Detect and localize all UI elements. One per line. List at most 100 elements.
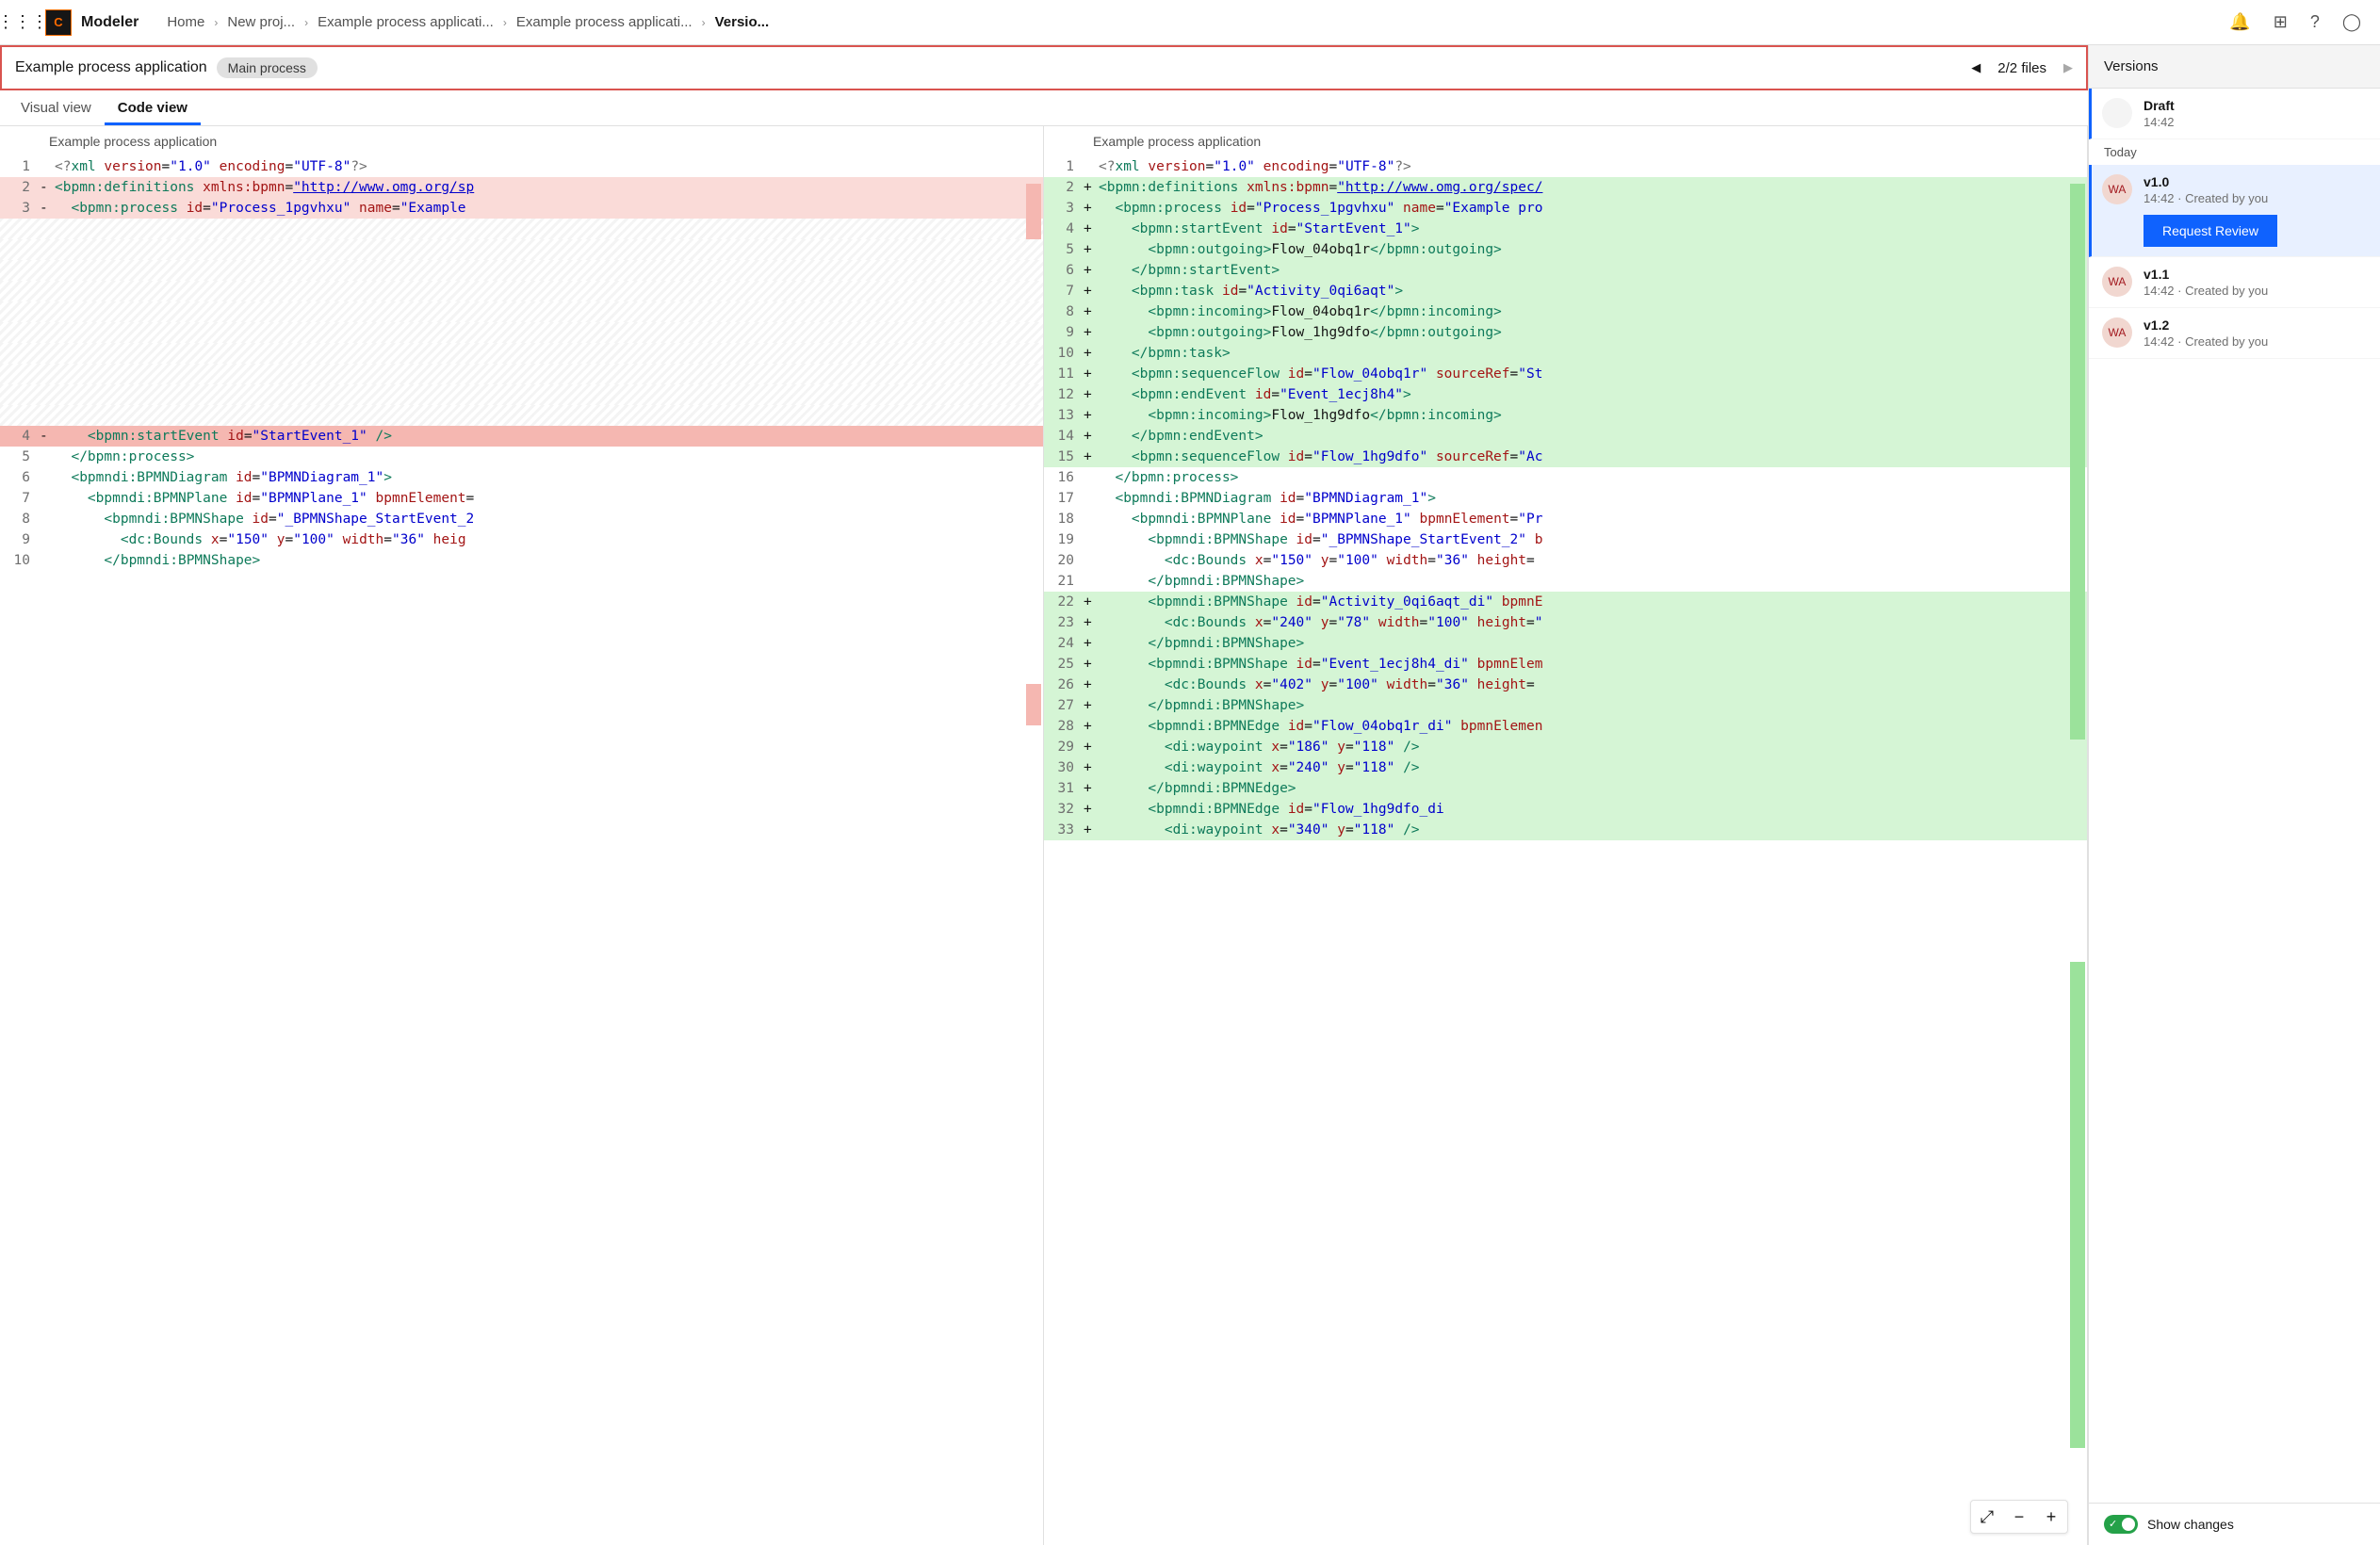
code-line[interactable]: 25+ <bpmndi:BPMNShape id="Event_1ecj8h4_… [1044,654,2087,675]
breadcrumb: Home › New proj... › Example process appli… [167,14,2229,30]
code-line[interactable]: 15+ <bpmn:sequenceFlow id="Flow_1hg9dfo"… [1044,447,2087,467]
code-line[interactable]: 2-<bpmn:definitions xmlns:bpmn="http://w… [0,177,1043,198]
code-line[interactable]: 29+ <di:waypoint x="186" y="118" /> [1044,737,2087,757]
brand-logo: C [45,9,72,36]
zoom-controls: ⤢ − + [1970,1500,2068,1534]
zoom-in-icon[interactable]: + [2035,1501,2067,1533]
next-file-icon[interactable]: ▶ [2063,60,2073,75]
show-changes-label: Show changes [2147,1517,2234,1532]
prev-file-icon[interactable]: ◀ [1971,60,1981,75]
version-name: v1.1 [2144,267,2367,282]
code-line[interactable]: 4+ <bpmn:startEvent id="StartEvent_1"> [1044,219,2087,239]
version-item[interactable]: WA v1.0 14:42 · Created by you Request R… [2089,165,2380,257]
avatar: WA [2102,174,2132,204]
code-line[interactable]: 3+ <bpmn:process id="Process_1pgvhxu" na… [1044,198,2087,219]
today-label: Today [2089,139,2380,165]
version-sub: 14:42 · Created by you [2144,284,2367,298]
code-line[interactable] [0,384,1043,405]
fullscreen-icon[interactable]: ⤢ [1971,1501,2003,1533]
file-title: Example process application [15,59,207,76]
code-editor-left[interactable]: 1<?xml version="1.0" encoding="UTF-8"?>2… [0,156,1043,1545]
brand-name: Modeler [81,14,139,31]
version-item[interactable]: WA v1.1 14:42 · Created by you [2089,257,2380,308]
code-line[interactable] [0,322,1043,343]
bell-icon[interactable]: 🔔 [2229,12,2250,32]
code-editor-right[interactable]: 1<?xml version="1.0" encoding="UTF-8"?>2… [1044,156,2087,1545]
code-line[interactable]: 11+ <bpmn:sequenceFlow id="Flow_04obq1r"… [1044,364,2087,384]
code-line[interactable]: 10 </bpmndi:BPMNShape> [0,550,1043,571]
code-line[interactable]: 23+ <dc:Bounds x="240" y="78" width="100… [1044,612,2087,633]
breadcrumb-item[interactable]: Example process applicati... [318,14,494,30]
org-icon[interactable]: ⊞ [2274,12,2288,32]
code-line[interactable]: 20 <dc:Bounds x="150" y="100" width="36"… [1044,550,2087,571]
app-switcher-icon[interactable]: ⋮⋮⋮ [11,11,34,34]
code-line[interactable]: 19 <bpmndi:BPMNShape id="_BPMNShape_Star… [1044,529,2087,550]
breadcrumb-item[interactable]: Home [167,14,204,30]
code-line[interactable]: 31+ </bpmndi:BPMNEdge> [1044,778,2087,799]
breadcrumb-item[interactable]: Versio... [715,14,770,30]
code-line[interactable]: 13+ <bpmn:incoming>Flow_1hg9dfo</bpmn:in… [1044,405,2087,426]
code-line[interactable]: 5+ <bpmn:outgoing>Flow_04obq1r</bpmn:out… [1044,239,2087,260]
code-line[interactable] [0,219,1043,239]
version-item[interactable]: WA v1.2 14:42 · Created by you [2089,308,2380,359]
code-line[interactable] [0,343,1043,364]
code-line[interactable]: 5 </bpmn:process> [0,447,1043,467]
code-line[interactable]: 27+ </bpmndi:BPMNShape> [1044,695,2087,716]
version-name: v1.0 [2144,174,2367,189]
request-review-button[interactable]: Request Review [2144,215,2277,247]
code-line[interactable] [0,364,1043,384]
code-line[interactable]: 10+ </bpmn:task> [1044,343,2087,364]
code-line[interactable]: 26+ <dc:Bounds x="402" y="100" width="36… [1044,675,2087,695]
tab-visual-view[interactable]: Visual view [8,90,105,125]
code-line[interactable]: 28+ <bpmndi:BPMNEdge id="Flow_04obq1r_di… [1044,716,2087,737]
code-line[interactable] [0,405,1043,426]
show-changes-toggle[interactable]: ✓ [2104,1515,2138,1534]
code-line[interactable]: 8 <bpmndi:BPMNShape id="_BPMNShape_Start… [0,509,1043,529]
help-icon[interactable]: ? [2310,12,2320,32]
code-line[interactable] [0,301,1043,322]
code-line[interactable]: 1<?xml version="1.0" encoding="UTF-8"?> [0,156,1043,177]
code-line[interactable]: 7+ <bpmn:task id="Activity_0qi6aqt"> [1044,281,2087,301]
chevron-right-icon: › [503,16,507,29]
code-line[interactable]: 32+ <bpmndi:BPMNEdge id="Flow_1hg9dfo_di [1044,799,2087,820]
versions-sidebar: Versions Draft 14:42 Today WA v1.0 14:42… [2088,45,2380,1545]
code-line[interactable]: 21 </bpmndi:BPMNShape> [1044,571,2087,592]
code-line[interactable]: 18 <bpmndi:BPMNPlane id="BPMNPlane_1" bp… [1044,509,2087,529]
minimap-left[interactable] [1026,156,1041,1545]
code-line[interactable]: 9+ <bpmn:outgoing>Flow_1hg9dfo</bpmn:out… [1044,322,2087,343]
code-line[interactable]: 6 <bpmndi:BPMNDiagram id="BPMNDiagram_1"… [0,467,1043,488]
code-line[interactable] [0,281,1043,301]
file-header: Example process application Main process… [0,45,2088,90]
avatar: WA [2102,267,2132,297]
code-line[interactable]: 30+ <di:waypoint x="240" y="118" /> [1044,757,2087,778]
code-line[interactable]: 6+ </bpmn:startEvent> [1044,260,2087,281]
code-line[interactable]: 7 <bpmndi:BPMNPlane id="BPMNPlane_1" bpm… [0,488,1043,509]
code-line[interactable]: 16 </bpmn:process> [1044,467,2087,488]
version-sub: 14:42 · Created by you [2144,334,2367,349]
code-line[interactable]: 9 <dc:Bounds x="150" y="100" width="36" … [0,529,1043,550]
code-line[interactable]: 1<?xml version="1.0" encoding="UTF-8"?> [1044,156,2087,177]
code-line[interactable] [0,239,1043,260]
code-line[interactable]: 4- <bpmn:startEvent id="StartEvent_1" /> [0,426,1043,447]
zoom-out-icon[interactable]: − [2003,1501,2035,1533]
code-line[interactable]: 24+ </bpmndi:BPMNShape> [1044,633,2087,654]
code-line[interactable]: 17 <bpmndi:BPMNDiagram id="BPMNDiagram_1… [1044,488,2087,509]
code-line[interactable]: 33+ <di:waypoint x="340" y="118" /> [1044,820,2087,840]
version-item-draft[interactable]: Draft 14:42 [2089,89,2380,139]
minimap-right[interactable] [2070,156,2085,1545]
avatar: WA [2102,317,2132,348]
breadcrumb-item[interactable]: Example process applicati... [516,14,693,30]
code-line[interactable] [0,260,1043,281]
code-line[interactable]: 2+<bpmn:definitions xmlns:bpmn="http://w… [1044,177,2087,198]
code-line[interactable]: 22+ <bpmndi:BPMNShape id="Activity_0qi6a… [1044,592,2087,612]
breadcrumb-item[interactable]: New proj... [227,14,295,30]
topbar: ⋮⋮⋮ C Modeler Home › New proj... › Example… [0,0,2380,45]
version-sub: 14:42 · Created by you [2144,191,2367,205]
user-icon[interactable]: ◯ [2342,12,2361,32]
code-line[interactable]: 3- <bpmn:process id="Process_1pgvhxu" na… [0,198,1043,219]
code-line[interactable]: 12+ <bpmn:endEvent id="Event_1ecj8h4"> [1044,384,2087,405]
code-line[interactable]: 8+ <bpmn:incoming>Flow_04obq1r</bpmn:inc… [1044,301,2087,322]
code-line[interactable]: 14+ </bpmn:endEvent> [1044,426,2087,447]
chevron-right-icon: › [214,16,218,29]
tab-code-view[interactable]: Code view [105,90,201,125]
